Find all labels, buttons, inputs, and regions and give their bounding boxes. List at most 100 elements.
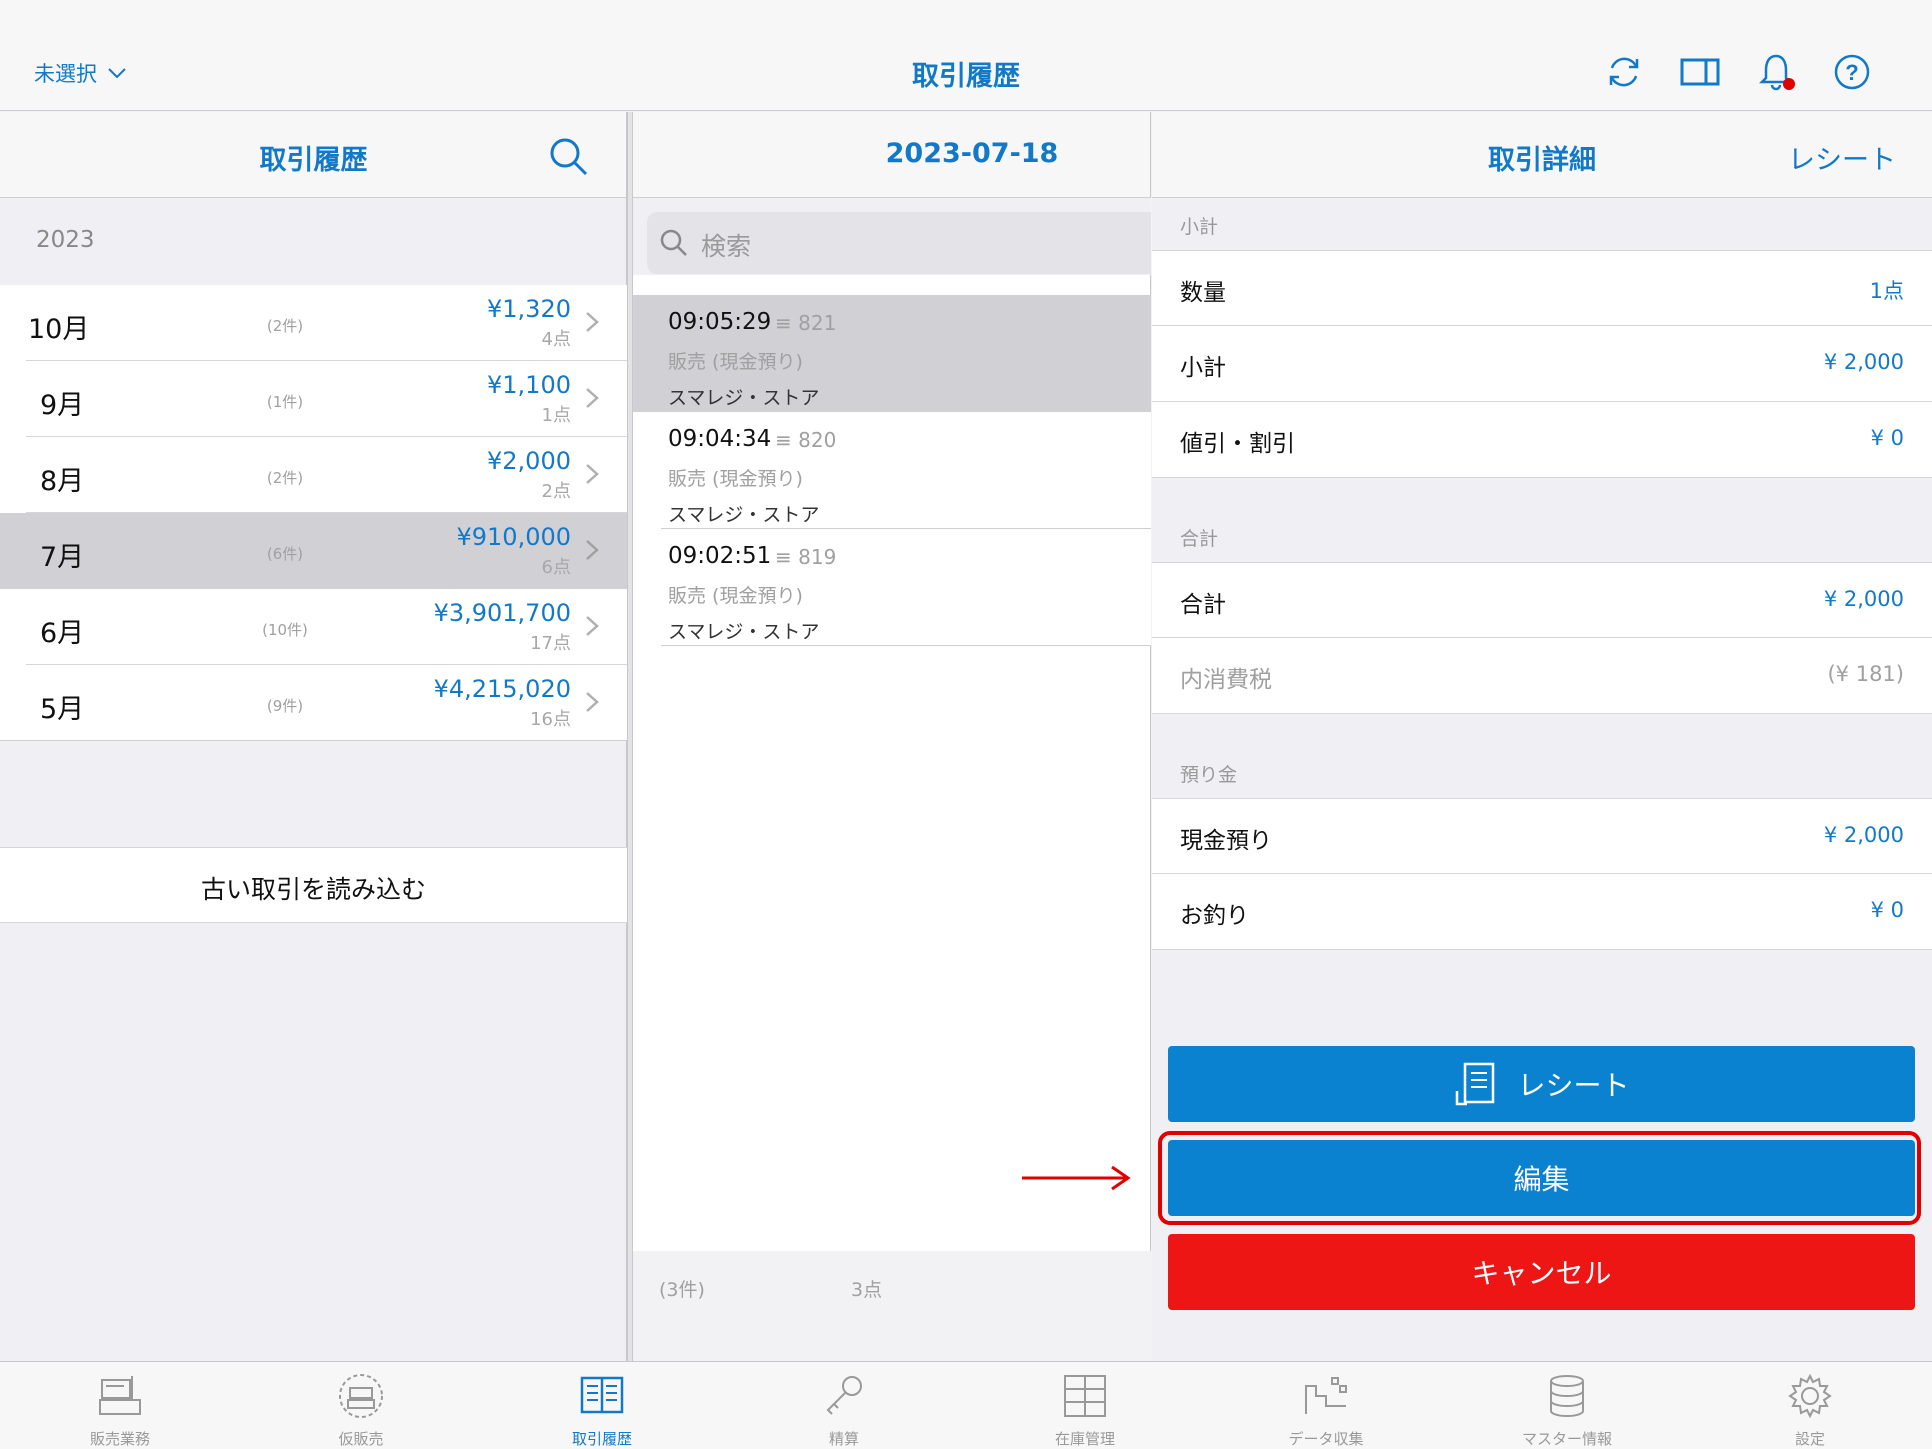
deposit-section-label: 預り金: [1180, 764, 1238, 786]
help-icon[interactable]: ?: [1832, 52, 1872, 92]
day-summary-footer: (3件) 3点: [633, 1251, 1151, 1361]
month-row[interactable]: 10月 (2件) ¥1,320 4点: [0, 285, 627, 361]
receipt-button[interactable]: レシート: [1168, 1046, 1915, 1122]
tax-row: 内消費税 (¥ 181): [1152, 638, 1932, 714]
cash-deposit-value: ¥ 2,000: [1823, 823, 1904, 847]
history-book-icon: [580, 1376, 624, 1414]
month-count: (10件): [262, 621, 308, 639]
search-input[interactable]: 検索: [647, 212, 1151, 274]
subtotal-value: ¥ 2,000: [1823, 350, 1904, 374]
tab-label: データ収集: [1288, 1430, 1364, 1448]
transaction-number: ≡ 820: [775, 428, 837, 452]
tax-label: 内消費税: [1180, 667, 1272, 693]
refresh-icon[interactable]: [1604, 52, 1644, 92]
tab-label: 在庫管理: [1054, 1430, 1115, 1448]
transaction-row-selected[interactable]: 09:05:29 ≡ 821 販売 (現金預り) スマレジ・ストア: [633, 295, 1151, 412]
transaction-type: 販売 (現金預り): [668, 585, 803, 607]
month-row[interactable]: 9月 (1件) ¥1,100 1点: [0, 361, 627, 437]
month-count: (1件): [266, 393, 304, 411]
search-icon[interactable]: [548, 136, 590, 178]
month-label: 7月: [40, 542, 85, 573]
transaction-row[interactable]: 09:02:51 ≡ 819 販売 (現金預り) スマレジ・ストア: [633, 529, 1151, 646]
transaction-row[interactable]: 09:04:34 ≡ 820 販売 (現金預り) スマレジ・ストア: [633, 412, 1151, 529]
month-count: (2件): [266, 317, 304, 335]
tab-temp-sale[interactable]: 仮販売: [241, 1362, 481, 1449]
split-view-icon[interactable]: [1680, 52, 1720, 92]
tab-settlement[interactable]: 精算: [724, 1362, 964, 1449]
month-row-selected[interactable]: 7月 (6件) ¥910,000 6点: [0, 513, 627, 589]
bottom-tab-bar: 販売業務 仮販売 取引履歴 精算 在庫管理 データ収集 マスター情報 設定: [0, 1361, 1932, 1449]
total-section-label: 合計: [1180, 528, 1219, 550]
search-placeholder: 検索: [701, 232, 752, 261]
tab-label: 精算: [828, 1430, 859, 1448]
bell-icon[interactable]: [1756, 52, 1796, 92]
month-items: 16点: [530, 709, 571, 730]
search-bar: 検索: [633, 198, 1151, 275]
month-row[interactable]: 8月 (2件) ¥2,000 2点: [0, 437, 627, 513]
cancel-button-label: キャンセル: [1471, 1257, 1612, 1290]
edit-button-label: 編集: [1513, 1163, 1570, 1196]
register-icon: [99, 1376, 141, 1415]
month-row[interactable]: 5月 (9件) ¥4,215,020 16点: [0, 665, 627, 741]
month-amount: ¥4,215,020: [433, 675, 571, 703]
tab-master-info[interactable]: マスター情報: [1447, 1362, 1687, 1449]
month-items: 2点: [541, 481, 571, 502]
total-label: 合計: [1180, 592, 1226, 618]
chevron-right-icon: [586, 464, 599, 484]
month-label: 5月: [40, 694, 85, 725]
transaction-type: 販売 (現金預り): [668, 468, 803, 490]
detail-pane-header: 取引詳細 レシート: [1152, 112, 1932, 198]
month-items: 4点: [541, 329, 571, 350]
quantity-value: 1点: [1869, 279, 1904, 303]
transaction-number: ≡ 819: [775, 545, 837, 569]
discount-value: ¥ 0: [1870, 426, 1904, 450]
receipt-button-label: レシート: [1517, 1069, 1630, 1102]
cash-deposit-label: 現金預り: [1180, 828, 1272, 854]
tax-value: (¥ 181): [1827, 662, 1904, 686]
tab-sales[interactable]: 販売業務: [0, 1362, 240, 1449]
data-collect-icon: [1305, 1377, 1347, 1414]
year-section-label: 2023: [36, 227, 95, 253]
temp-sale-icon: [339, 1374, 383, 1418]
quantity-label: 数量: [1180, 280, 1226, 306]
discount-label: 値引・割引: [1180, 431, 1295, 457]
history-month-pane: 取引履歴 2023 10月 (2件) ¥1,320 4点 9月 (1件) ¥1,…: [0, 112, 627, 1361]
cash-deposit-row: 現金預り ¥ 2,000: [1152, 798, 1932, 874]
month-label: 6月: [40, 618, 85, 649]
subtotal-row: 小計 ¥ 2,000: [1152, 326, 1932, 402]
transaction-store: スマレジ・ストア: [668, 504, 820, 526]
total-value: ¥ 2,000: [1823, 587, 1904, 611]
transaction-time: 09:02:51: [668, 543, 772, 569]
month-row[interactable]: 6月 (10件) ¥3,901,700 17点: [0, 589, 627, 665]
month-amount: ¥2,000: [487, 447, 571, 475]
tab-inventory[interactable]: 在庫管理: [965, 1362, 1205, 1449]
chevron-right-icon: [586, 540, 599, 560]
edit-button[interactable]: 編集: [1168, 1140, 1915, 1216]
footer-count: (3件): [659, 1279, 705, 1301]
tab-history[interactable]: 取引履歴: [482, 1362, 722, 1449]
quantity-row: 数量 1点: [1152, 250, 1932, 326]
cancel-transaction-button[interactable]: キャンセル: [1168, 1234, 1915, 1310]
discount-row: 値引・割引 ¥ 0: [1152, 402, 1932, 478]
month-amount: ¥3,901,700: [433, 599, 571, 627]
receipt-link[interactable]: レシート: [1788, 138, 1896, 177]
month-amount: ¥1,320: [487, 295, 571, 323]
database-icon: [1550, 1375, 1584, 1417]
month-items: 17点: [530, 633, 571, 654]
chevron-right-icon: [586, 388, 599, 408]
tab-settings[interactable]: 設定: [1690, 1362, 1930, 1449]
month-count: (2件): [266, 469, 304, 487]
subtotal-label: 小計: [1180, 355, 1226, 381]
transaction-store: スマレジ・ストア: [668, 387, 820, 409]
load-older-button[interactable]: 古い取引を読み込む: [0, 847, 627, 923]
gear-icon: [1788, 1373, 1832, 1419]
chevron-right-icon: [586, 616, 599, 636]
tab-label: 設定: [1794, 1430, 1825, 1448]
search-icon: [660, 229, 687, 256]
month-count: (6件): [266, 545, 304, 563]
tab-data-collection[interactable]: データ収集: [1206, 1362, 1446, 1449]
key-icon: [826, 1376, 862, 1415]
transaction-type: 販売 (現金預り): [668, 351, 803, 373]
month-items: 1点: [541, 405, 571, 426]
total-row: 合計 ¥ 2,000: [1152, 562, 1932, 638]
